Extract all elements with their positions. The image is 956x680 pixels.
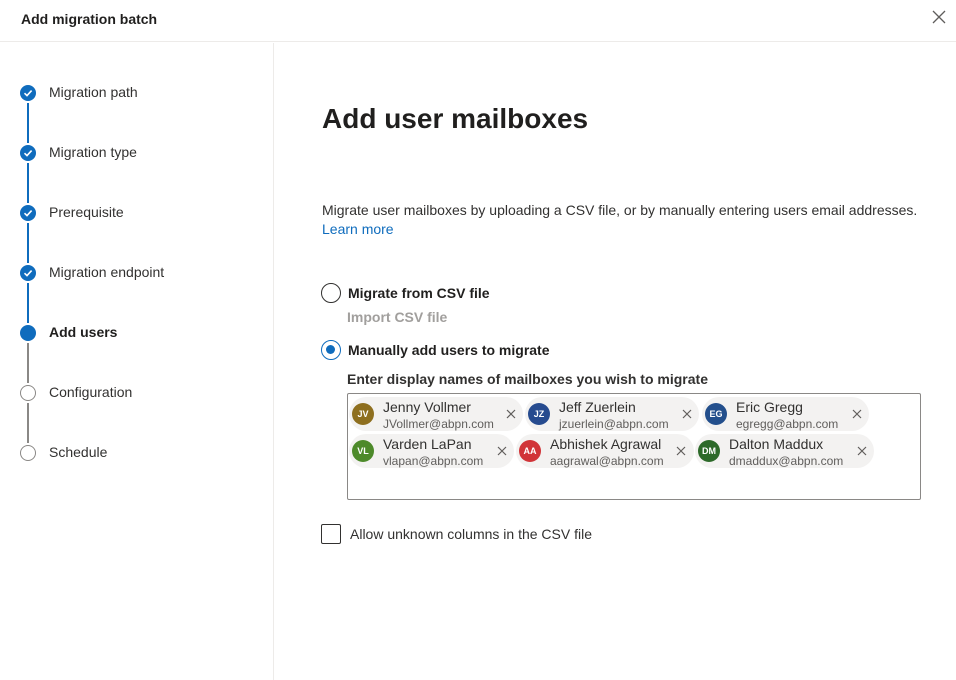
picker-label: Enter display names of mailboxes you wis… [347, 371, 708, 387]
step-label: Migration type [49, 144, 137, 160]
close-button[interactable] [932, 10, 956, 30]
mailbox-people-picker[interactable]: JV Jenny Vollmer JVollmer@abpn.com JZ Je… [347, 393, 921, 500]
main-panel: Add user mailboxes Migrate user mailboxe… [275, 43, 956, 680]
avatar: EG [705, 403, 727, 425]
step-migration-type[interactable]: Migration type [20, 143, 260, 165]
step-prerequisite[interactable]: Prerequisite [20, 203, 260, 225]
wizard-sidebar: Migration path Migration type Prerequisi… [0, 43, 274, 680]
remove-icon[interactable] [497, 446, 507, 456]
checkbox-label: Allow unknown columns in the CSV file [350, 526, 593, 542]
chip-email: egregg@abpn.com [736, 417, 839, 431]
step-connector [27, 403, 29, 443]
avatar: JV [352, 403, 374, 425]
user-chip[interactable]: EG Eric Gregg egregg@abpn.com [702, 397, 869, 431]
user-chip[interactable]: AA Abhishek Agrawal aagrawal@abpn.com [516, 434, 694, 468]
step-label: Schedule [49, 444, 108, 460]
remove-icon[interactable] [852, 409, 862, 419]
step-pending-icon [20, 385, 36, 401]
step-migration-path[interactable]: Migration path [20, 83, 260, 105]
dialog-title: Add migration batch [21, 11, 158, 27]
user-chip[interactable]: DM Dalton Maddux dmaddux@abpn.com [695, 434, 874, 468]
dialog-header: Add migration batch [0, 0, 956, 42]
step-add-users[interactable]: Add users [20, 323, 260, 345]
chip-name: Jeff Zuerlein [559, 399, 636, 415]
allow-unknown-columns-checkbox[interactable] [321, 524, 341, 544]
chip-email: dmaddux@abpn.com [729, 454, 844, 468]
user-chip[interactable]: JZ Jeff Zuerlein jzuerlein@abpn.com [525, 397, 699, 431]
remove-icon[interactable] [506, 409, 516, 419]
step-complete-icon [20, 205, 36, 221]
step-pending-icon [20, 445, 36, 461]
chip-email: jzuerlein@abpn.com [559, 417, 669, 431]
chip-name: Jenny Vollmer [383, 399, 471, 415]
chip-email: aagrawal@abpn.com [550, 454, 664, 468]
radio-label-csv: Migrate from CSV file [348, 285, 490, 301]
step-connector [27, 163, 29, 203]
chip-name: Varden LaPan [383, 436, 472, 452]
avatar: VL [352, 440, 374, 462]
step-connector [27, 343, 29, 383]
step-connector [27, 223, 29, 263]
radio-migrate-from-csv[interactable] [321, 283, 341, 303]
step-label: Add users [49, 324, 118, 340]
remove-icon[interactable] [857, 446, 867, 456]
step-complete-icon [20, 85, 36, 101]
remove-icon[interactable] [682, 409, 692, 419]
radio-manually-add-users[interactable] [321, 340, 341, 360]
learn-more-link[interactable]: Learn more [322, 221, 394, 237]
step-complete-icon [20, 265, 36, 281]
step-complete-icon [20, 145, 36, 161]
step-connector [27, 103, 29, 143]
step-label: Configuration [49, 384, 133, 400]
chip-email: JVollmer@abpn.com [383, 417, 494, 431]
user-chip[interactable]: JV Jenny Vollmer JVollmer@abpn.com [349, 397, 523, 431]
import-csv-button[interactable]: Import CSV file [347, 309, 447, 325]
chip-name: Eric Gregg [736, 399, 803, 415]
step-schedule[interactable]: Schedule [20, 443, 260, 465]
avatar: DM [698, 440, 720, 462]
close-icon [932, 10, 946, 24]
step-label: Migration endpoint [49, 264, 165, 280]
page-title: Add user mailboxes [322, 103, 589, 134]
step-migration-endpoint[interactable]: Migration endpoint [20, 263, 260, 285]
chip-name: Abhishek Agrawal [550, 436, 662, 452]
step-current-icon [20, 325, 36, 341]
remove-icon[interactable] [676, 446, 686, 456]
avatar: JZ [528, 403, 550, 425]
avatar: AA [519, 440, 541, 462]
chip-name: Dalton Maddux [729, 436, 824, 452]
step-label: Prerequisite [49, 204, 124, 220]
description-text: Migrate user mailboxes by uploading a CS… [322, 202, 918, 218]
chip-email: vlapan@abpn.com [383, 454, 484, 468]
step-connector [27, 283, 29, 323]
step-label: Migration path [49, 84, 138, 100]
step-configuration[interactable]: Configuration [20, 383, 260, 405]
user-chip[interactable]: VL Varden LaPan vlapan@abpn.com [349, 434, 514, 468]
radio-label-manual: Manually add users to migrate [348, 342, 550, 358]
